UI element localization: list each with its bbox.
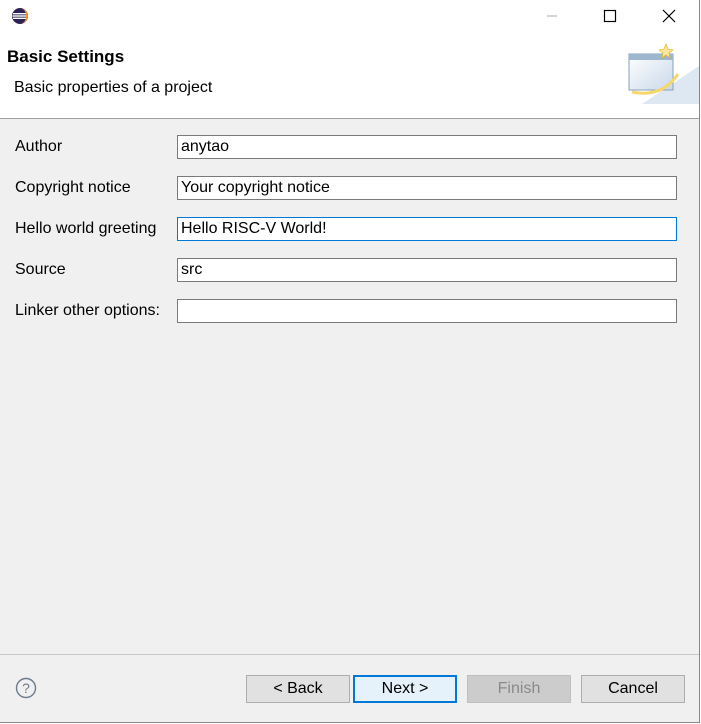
wizard-header: Basic Settings Basic properties of a pro…	[0, 32, 699, 119]
title-bar[interactable]	[0, 0, 699, 32]
wizard-banner-icon	[628, 43, 699, 104]
linker-options-label: Linker other options:	[15, 302, 160, 319]
finish-button[interactable]: Finish	[467, 675, 571, 703]
maximize-button[interactable]	[587, 0, 633, 32]
close-icon	[662, 9, 676, 23]
close-button[interactable]	[646, 0, 692, 32]
copyright-field[interactable]	[177, 176, 677, 200]
author-row: Author	[0, 135, 699, 161]
source-label: Source	[15, 261, 66, 278]
source-field[interactable]	[177, 258, 677, 282]
help-icon[interactable]: ?	[15, 677, 37, 699]
copyright-row: Copyright notice	[0, 176, 699, 202]
minimize-icon	[547, 15, 557, 17]
linker-options-row: Linker other options:	[0, 299, 699, 325]
page-description: Basic properties of a project	[14, 79, 213, 96]
page-title: Basic Settings	[7, 47, 125, 66]
svg-text:?: ?	[22, 680, 30, 696]
eclipse-icon	[12, 8, 28, 24]
greeting-label: Hello world greeting	[15, 220, 157, 237]
maximize-icon	[603, 9, 617, 23]
source-row: Source	[0, 258, 699, 284]
linker-options-field[interactable]	[177, 299, 677, 323]
author-label: Author	[15, 138, 63, 155]
copyright-label: Copyright notice	[15, 179, 131, 196]
greeting-row: Hello world greeting	[0, 217, 699, 243]
author-field[interactable]	[177, 135, 677, 159]
footer-separator	[0, 654, 699, 655]
greeting-field[interactable]	[177, 217, 677, 241]
cancel-button[interactable]: Cancel	[581, 675, 685, 703]
back-button[interactable]: < Back	[246, 675, 350, 703]
minimize-button[interactable]	[529, 0, 575, 32]
wizard-dialog: Basic Settings Basic properties of a pro…	[0, 0, 700, 723]
settings-form: Author Copyright notice Hello world gree…	[0, 119, 699, 654]
next-button[interactable]: Next >	[353, 675, 457, 703]
